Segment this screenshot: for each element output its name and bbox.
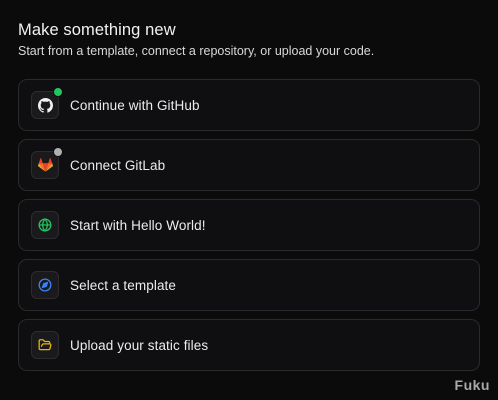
new-project-panel: Make something new Start from a template… — [0, 0, 498, 400]
compass-icon — [38, 278, 52, 292]
folder-open-icon — [38, 338, 52, 352]
watermark-logo: Fuku — [454, 377, 490, 393]
disconnected-status-dot — [53, 147, 63, 157]
option-label: Upload your static files — [70, 337, 209, 353]
globe-icon — [38, 218, 52, 232]
option-label: Continue with GitHub — [70, 97, 200, 113]
github-icon — [37, 97, 53, 113]
page-subtitle: Start from a template, connect a reposit… — [18, 44, 375, 58]
continue-with-github-button[interactable]: Continue with GitHub — [18, 79, 480, 131]
option-list: Continue with GitHub Connect GitLab Star… — [18, 79, 480, 371]
gitlab-icon — [37, 158, 53, 172]
option-label: Connect GitLab — [70, 157, 166, 173]
option-label: Start with Hello World! — [70, 217, 206, 233]
upload-static-files-button[interactable]: Upload your static files — [18, 319, 480, 371]
start-with-hello-world-button[interactable]: Start with Hello World! — [18, 199, 480, 251]
gitlab-icon-box — [31, 147, 63, 179]
select-a-template-button[interactable]: Select a template — [18, 259, 480, 311]
page-title: Make something new — [18, 21, 176, 39]
globe-icon-box — [31, 211, 59, 239]
github-icon-box — [31, 87, 63, 119]
connect-gitlab-button[interactable]: Connect GitLab — [18, 139, 480, 191]
connected-status-dot — [53, 87, 63, 97]
folder-icon-box — [31, 331, 59, 359]
compass-icon-box — [31, 271, 59, 299]
option-label: Select a template — [70, 277, 177, 293]
